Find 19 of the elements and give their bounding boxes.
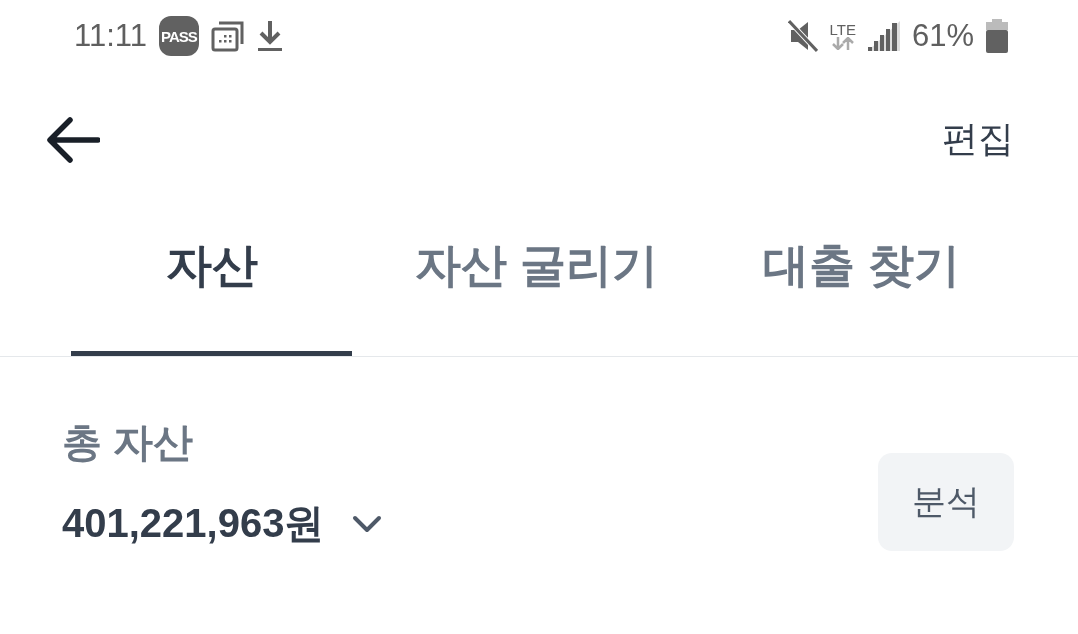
total-assets-label: 총 자산 (62, 419, 195, 466)
download-icon (257, 20, 283, 52)
tab[interactable]: 대출 찾기 (721, 215, 1002, 356)
data-arrows-icon (830, 37, 855, 50)
network-type: LTE (829, 22, 856, 37)
edit-button[interactable]: 편집 (942, 115, 1014, 164)
back-icon[interactable] (46, 116, 100, 163)
battery-icon (986, 19, 1008, 53)
chevron-down-icon[interactable] (352, 514, 383, 533)
analysis-button[interactable]: 분석 (878, 453, 1014, 551)
status-time: 11:11 (74, 18, 147, 54)
signal-icon (867, 21, 900, 51)
total-assets-amount: 401,221,963원 (62, 500, 325, 547)
pass-badge: PASS (159, 16, 199, 56)
tab[interactable]: 자산 굴리기 (396, 215, 677, 356)
mute-icon (787, 20, 818, 52)
windows-icon (211, 20, 245, 52)
tab[interactable]: 자산 (71, 215, 352, 356)
battery-percent: 61% (911, 18, 974, 54)
